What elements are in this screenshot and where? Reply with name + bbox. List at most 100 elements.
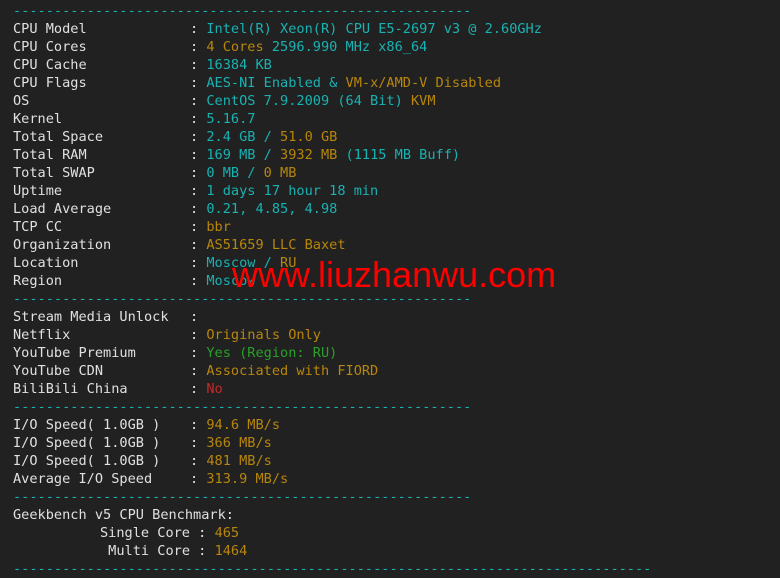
value-location-city: Moscow /	[206, 255, 281, 271]
value-cpu-cores-count: 4 Cores	[206, 39, 264, 55]
colon: :	[190, 183, 207, 199]
colon: :	[190, 417, 207, 433]
row-cpu-cores: CPU Cores: 4 Cores 2596.990 MHz x86_64	[13, 38, 780, 56]
label-youtube-cdn: YouTube CDN	[13, 363, 104, 379]
value-os-name: CentOS 7.9.2009 (64 Bit)	[206, 93, 411, 109]
value-location-country: RU	[280, 255, 297, 271]
label-io-speed-2: I/O Speed( 1.0GB )	[13, 435, 161, 451]
row-total-ram: Total RAM: 169 MB / 3932 MB (1115 MB Buf…	[13, 146, 780, 164]
label-geekbench-heading: Geekbench v5 CPU Benchmark:	[13, 507, 234, 523]
row-youtube-cdn: YouTube CDN: Associated with FIORD	[13, 362, 780, 380]
io-speed-block: I/O Speed( 1.0GB ): 94.6 MB/s I/O Speed(…	[13, 416, 780, 488]
value-cpu-cores-freq: 2596.990 MHz x86_64	[263, 39, 428, 55]
colon: :	[190, 75, 207, 91]
colon: :	[190, 327, 207, 343]
colon: :	[190, 273, 207, 289]
value-ram-used: 169 MB /	[206, 147, 281, 163]
colon: :	[190, 57, 207, 73]
colon: :	[190, 93, 207, 109]
row-bilibili-china: BiliBili China: No	[13, 380, 780, 398]
value-ram-total: 3932 MB	[280, 147, 338, 163]
value-cpu-flags-aes: AES-NI Enabled &	[206, 75, 346, 91]
value-cpu-flags-vmx: VM-x/AMD-V Disabled	[345, 75, 502, 91]
colon: :	[190, 255, 207, 271]
row-geekbench-multi-core: Multi Core : 1464	[13, 542, 780, 560]
row-total-space: Total Space: 2.4 GB / 51.0 GB	[13, 128, 780, 146]
colon: :	[190, 111, 207, 127]
row-os: OS: CentOS 7.9.2009 (64 Bit) KVM	[13, 92, 780, 110]
label-location: Location	[13, 255, 79, 271]
value-io-speed-3: 481 MB/s	[206, 453, 272, 469]
label-total-ram: Total RAM	[13, 147, 87, 163]
colon: :	[190, 21, 207, 37]
colon: :	[190, 345, 207, 361]
label-io-speed-average: Average I/O Speed	[13, 471, 153, 487]
terminal-screen: ----------------------------------------…	[0, 0, 780, 578]
value-ram-buff: (1115 MB Buff)	[337, 147, 461, 163]
label-multi-core: Multi Core	[108, 543, 190, 559]
row-io-speed-average: Average I/O Speed: 313.9 MB/s	[13, 470, 780, 488]
row-io-speed-2: I/O Speed( 1.0GB ): 366 MB/s	[13, 434, 780, 452]
label-region: Region	[13, 273, 63, 289]
terminal-window: ----------------------------------------…	[0, 0, 780, 577]
row-region: Region: Moscow	[13, 272, 780, 290]
stream-media-block: Stream Media Unlock: Netflix: Originals …	[13, 308, 780, 398]
value-single-core: 465	[214, 525, 240, 541]
separator-geekbench: ----------------------------------------…	[13, 489, 472, 505]
colon: :	[190, 453, 207, 469]
row-io-speed-1: I/O Speed( 1.0GB ): 94.6 MB/s	[13, 416, 780, 434]
colon: :	[190, 543, 215, 559]
value-youtube-cdn: Associated with FIORD	[206, 363, 379, 379]
value-cpu-cache: 16384 KB	[206, 57, 272, 73]
system-info-block: CPU Model: Intel(R) Xeon(R) CPU E5-2697 …	[13, 20, 780, 290]
colon: :	[190, 363, 207, 379]
value-tcp-cc: bbr	[206, 219, 231, 235]
colon: :	[190, 381, 207, 397]
value-cpu-model: Intel(R) Xeon(R) CPU E5-2697 v3 @ 2.60GH…	[206, 21, 542, 37]
label-cpu-cores: CPU Cores	[13, 39, 87, 55]
value-load-average: 0.21, 4.85, 4.98	[206, 201, 338, 217]
row-uptime: Uptime: 1 days 17 hour 18 min	[13, 182, 780, 200]
value-multi-core: 1464	[214, 543, 248, 559]
colon: :	[190, 147, 207, 163]
row-stream-heading: Stream Media Unlock:	[13, 308, 780, 326]
value-netflix: Originals Only	[206, 327, 321, 343]
label-total-swap: Total SWAP	[13, 165, 95, 181]
colon: :	[190, 435, 207, 451]
label-cpu-flags: CPU Flags	[13, 75, 87, 91]
row-location: Location: Moscow / RU	[13, 254, 780, 272]
colon: :	[190, 201, 207, 217]
row-youtube-premium: YouTube Premium: Yes (Region: RU)	[13, 344, 780, 362]
label-bilibili-china: BiliBili China	[13, 381, 128, 397]
colon: :	[190, 309, 207, 325]
row-io-speed-3: I/O Speed( 1.0GB ): 481 MB/s	[13, 452, 780, 470]
colon: :	[190, 525, 215, 541]
value-region: Moscow	[206, 273, 256, 289]
value-io-speed-1: 94.6 MB/s	[206, 417, 281, 433]
row-geekbench-heading: Geekbench v5 CPU Benchmark:	[13, 506, 780, 524]
geekbench-block: Geekbench v5 CPU Benchmark: Single Core …	[13, 506, 780, 560]
label-netflix: Netflix	[13, 327, 71, 343]
label-total-space: Total Space	[13, 129, 104, 145]
value-io-speed-average: 313.9 MB/s	[206, 471, 289, 487]
row-tcp-cc: TCP CC: bbr	[13, 218, 780, 236]
row-netflix: Netflix: Originals Only	[13, 326, 780, 344]
value-swap-total: 0 MB	[263, 165, 297, 181]
label-uptime: Uptime	[13, 183, 63, 199]
value-swap-used: 0 MB /	[206, 165, 264, 181]
label-organization: Organization	[13, 237, 112, 253]
colon: :	[190, 471, 207, 487]
value-uptime: 1 days 17 hour 18 min	[206, 183, 379, 199]
label-io-speed-3: I/O Speed( 1.0GB )	[13, 453, 161, 469]
label-kernel: Kernel	[13, 111, 63, 127]
value-organization: AS51659 LLC Baxet	[206, 237, 346, 253]
colon: :	[190, 219, 207, 235]
colon: :	[190, 39, 207, 55]
label-cpu-model: CPU Model	[13, 21, 87, 37]
value-space-used: 2.4 GB /	[206, 129, 281, 145]
value-kernel: 5.16.7	[206, 111, 256, 127]
value-space-total: 51.0 GB	[280, 129, 338, 145]
label-stream-media-unlock: Stream Media Unlock	[13, 309, 169, 325]
label-tcp-cc: TCP CC	[13, 219, 63, 235]
value-bilibili-china: No	[206, 381, 223, 397]
